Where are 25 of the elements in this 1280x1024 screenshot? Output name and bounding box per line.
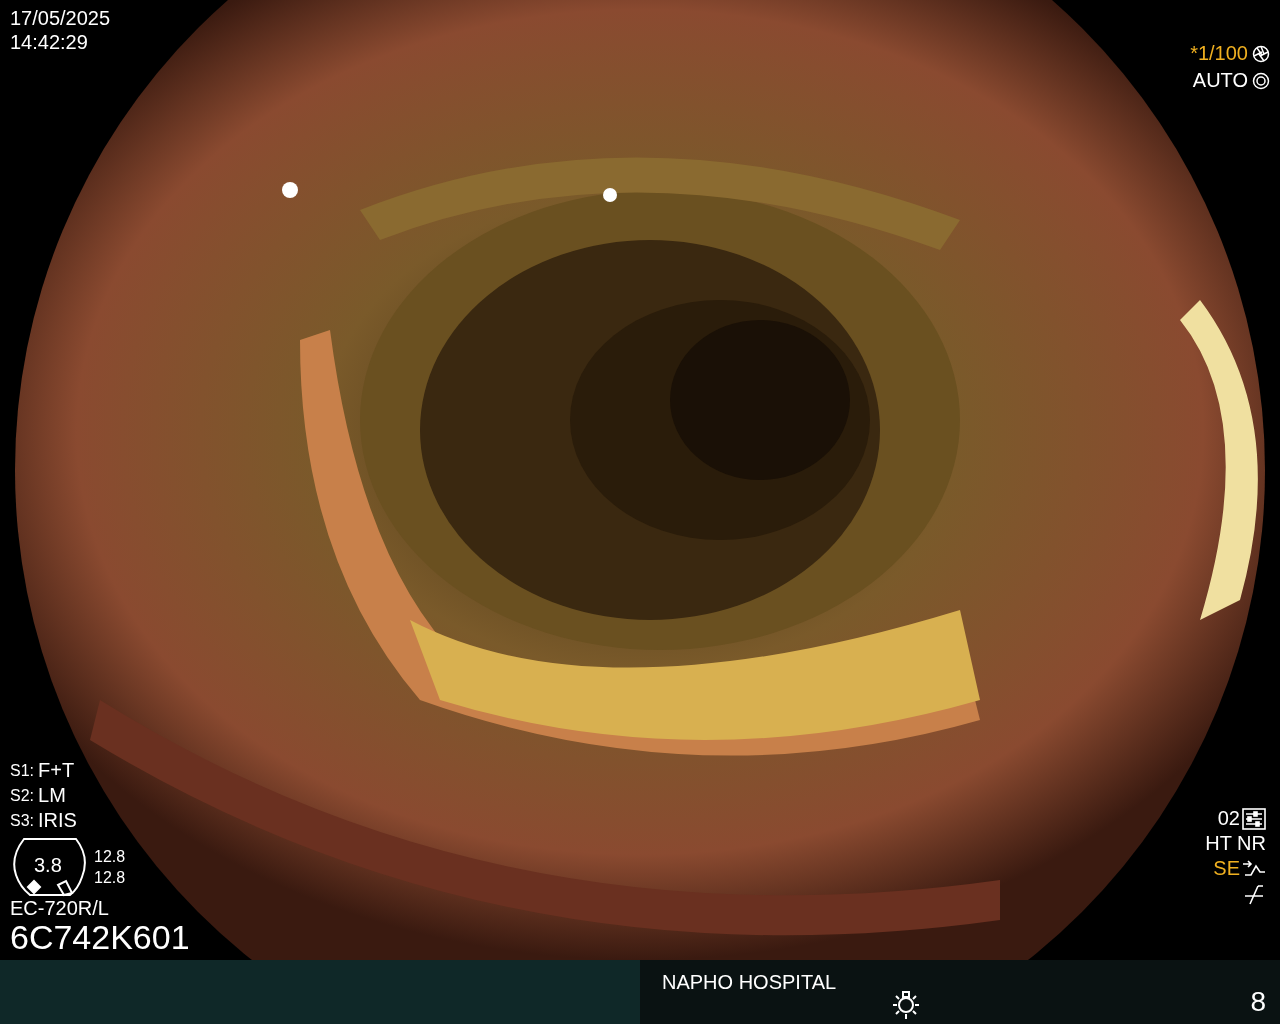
image-counter-text: 8	[1250, 986, 1266, 1018]
scope-serial-text: 6C742K601	[10, 919, 190, 955]
hospital-name-text: NAPHO HOSPITAL	[662, 970, 837, 994]
edge-icon	[1242, 882, 1266, 905]
light-icon	[890, 990, 922, 1020]
setting-value: LM	[38, 783, 66, 808]
setting-value: F+T	[38, 758, 75, 783]
bending-value-text: 3.8	[34, 853, 62, 877]
setting-value: IRIS	[38, 808, 77, 833]
iris-icon	[1252, 71, 1270, 90]
bending-reading-text: 12.8	[94, 847, 126, 867]
shutter-speed-text: *1/100	[1190, 41, 1248, 66]
bending-reading-text: 12.8	[94, 868, 126, 888]
exposure-mode-text: AUTO	[1192, 68, 1248, 93]
date-text: 17/05/2025	[10, 6, 111, 30]
setting-label: S3:	[10, 811, 34, 831]
setting-label: S2:	[10, 786, 34, 806]
setting-label: S1:	[10, 761, 34, 781]
processing-mode-text: HT NR	[1205, 831, 1266, 856]
time-text: 14:42:29	[10, 30, 89, 54]
scope-model-text: EC-720R/L	[10, 897, 110, 919]
structure-enhancement-text: SE	[1213, 856, 1240, 881]
aperture-icon	[1252, 44, 1270, 63]
sliders-icon	[1242, 807, 1266, 830]
preset-number-text: 02	[1217, 806, 1240, 831]
